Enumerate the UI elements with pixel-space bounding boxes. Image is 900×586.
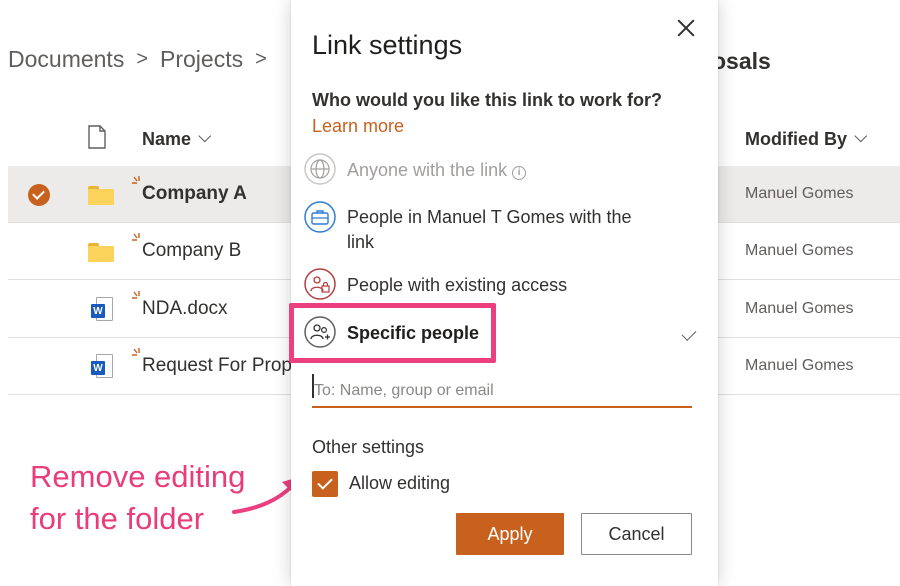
breadcrumb-documents[interactable]: Documents: [8, 46, 124, 73]
people-lock-icon: [304, 268, 336, 300]
row-name[interactable]: Request For Prop: [142, 355, 292, 377]
cancel-button[interactable]: Cancel: [581, 513, 692, 555]
globe-icon: [304, 153, 336, 185]
row-name[interactable]: Company A: [142, 183, 247, 205]
word-document-icon: W: [91, 354, 113, 380]
row-modified-by: Manuel Gomes: [745, 185, 854, 202]
row-modified-by: Manuel Gomes: [745, 300, 854, 317]
chevron-down-icon: [854, 129, 868, 142]
column-header-name-label: Name: [142, 128, 192, 149]
breadcrumb: Documents > Projects >: [8, 46, 279, 73]
column-header-modified-by-label: Modified By: [745, 128, 847, 149]
row-name[interactable]: Company B: [142, 240, 241, 262]
learn-more-link[interactable]: Learn more: [312, 116, 404, 137]
row-modified-by: Manuel Gomes: [745, 242, 854, 259]
row-modified-by: Manuel Gomes: [745, 357, 854, 374]
info-icon[interactable]: i: [512, 166, 527, 180]
column-header-name[interactable]: Name: [142, 124, 212, 154]
other-settings-heading: Other settings: [312, 437, 425, 457]
breadcrumb-projects[interactable]: Projects: [160, 46, 243, 73]
option-org-label: People in Manuel T Gomes with the link: [347, 207, 632, 252]
close-icon[interactable]: [675, 17, 697, 39]
row-name[interactable]: NDA.docx: [142, 298, 228, 320]
allow-editing-label[interactable]: Allow editing: [349, 473, 450, 494]
link-settings-dialog: Link settings Who would you like this li…: [291, 0, 718, 586]
chevron-down-icon: [198, 129, 212, 142]
allow-editing-checkbox[interactable]: [312, 471, 338, 497]
recipients-input[interactable]: [312, 372, 692, 408]
row-selected-check-icon[interactable]: [28, 184, 50, 206]
folder-icon: [88, 243, 114, 262]
dialog-question: Who would you like this link to work for…: [312, 90, 662, 110]
option-anyone-with-link[interactable]: Anyone with the link i: [303, 153, 703, 187]
option-anyone-label: Anyone with the link: [347, 160, 508, 180]
option-existing-access[interactable]: People with existing access: [303, 268, 703, 302]
breadcrumb-separator: >: [136, 48, 149, 70]
text-caret: [312, 374, 314, 398]
dialog-title: Link settings: [312, 30, 463, 60]
breadcrumb-separator: >: [255, 48, 267, 70]
folder-icon: [88, 186, 114, 205]
option-existing-label: People with existing access: [347, 275, 568, 295]
word-document-icon: W: [91, 297, 113, 323]
file-type-header-icon[interactable]: [88, 125, 106, 149]
column-header-modified-by[interactable]: Modified By: [745, 124, 868, 154]
option-people-in-org[interactable]: People in Manuel T Gomes with the link: [303, 201, 703, 257]
apply-button[interactable]: Apply: [456, 513, 564, 555]
breadcrumb-current: osals: [712, 48, 771, 74]
option-label: Anyone with the link i: [347, 158, 647, 183]
highlight-box: [289, 303, 496, 363]
briefcase-icon: [304, 201, 336, 233]
